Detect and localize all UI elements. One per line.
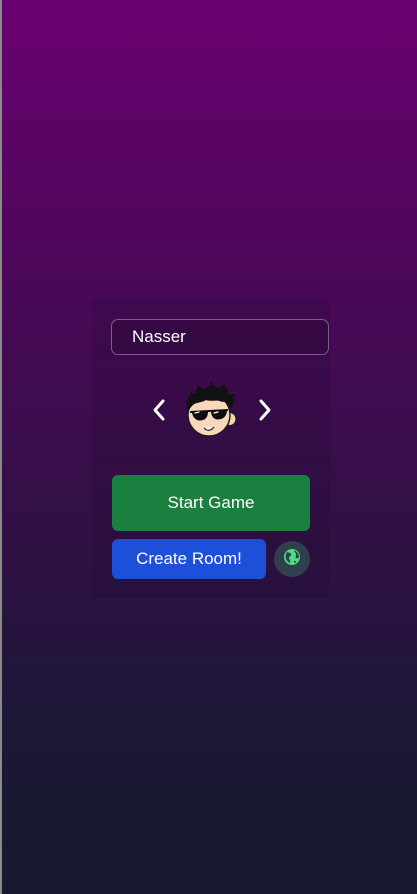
avatar	[180, 382, 240, 442]
chevron-left-icon[interactable]	[148, 396, 172, 424]
public-rooms-button[interactable]	[274, 541, 310, 577]
start-game-label: Start Game	[167, 493, 255, 512]
create-room-label: Create Room!	[136, 549, 242, 568]
chevron-right-icon[interactable]	[252, 396, 276, 424]
start-game-button[interactable]: Start Game	[112, 475, 310, 531]
globe-icon	[283, 548, 301, 571]
create-room-button[interactable]: Create Room!	[112, 539, 266, 579]
lobby-card: Start Game Create Room!	[92, 298, 330, 598]
player-name-input[interactable]	[111, 319, 329, 355]
avatar-selector	[92, 382, 330, 442]
